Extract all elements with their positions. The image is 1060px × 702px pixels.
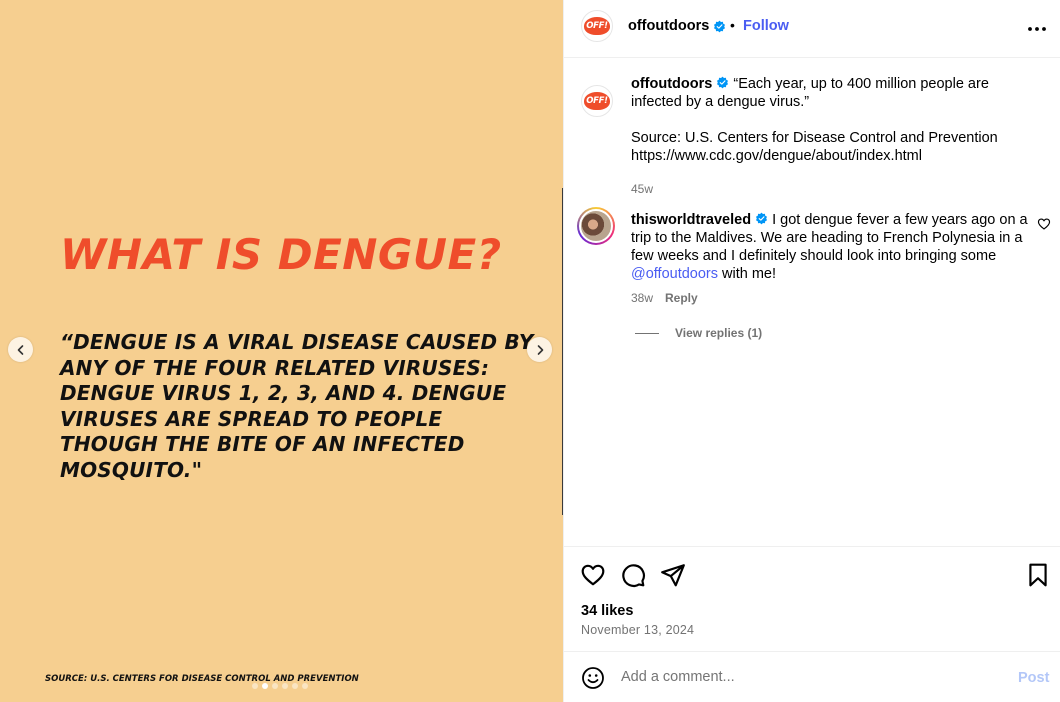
slide-dot-active (262, 683, 268, 689)
post-comment-button[interactable]: Post (1018, 670, 1049, 686)
add-comment-bar: Post (564, 653, 1060, 702)
comment-input[interactable] (621, 669, 981, 685)
header-username[interactable]: offoutdoors (628, 18, 709, 34)
comment-mention-link[interactable]: @offoutdoors (631, 266, 718, 282)
reply-button[interactable]: Reply (665, 291, 698, 305)
verified-badge-icon (756, 212, 768, 225)
slide-source: SOURCE: U.S. CENTERS FOR DISEASE CONTROL… (45, 674, 359, 684)
slide-dot (282, 683, 288, 689)
replies-divider (635, 332, 659, 334)
comment-age[interactable]: 38w (631, 291, 653, 305)
slide-dot (292, 683, 298, 689)
more-horizontal-icon (1028, 27, 1046, 31)
avatar-photo (579, 209, 613, 243)
save-bookmark-icon[interactable] (1025, 562, 1051, 588)
comment-bubble-icon[interactable] (620, 562, 646, 588)
caption-age[interactable]: 45w (631, 182, 653, 196)
header-separator: • (730, 17, 735, 33)
avatar[interactable]: OFF! (581, 85, 613, 117)
caption-url[interactable]: https://www.cdc.gov/dengue/about/index.h… (631, 148, 922, 164)
chevron-right-icon (537, 344, 543, 355)
post-media-slide: WHAT IS DENGUE? “DENGUE IS A VIRAL DISEA… (0, 0, 563, 702)
slide-dot (302, 683, 308, 689)
share-paper-plane-icon[interactable] (660, 562, 686, 588)
comment-text: thisworldtraveled I got dengue fever a f… (631, 211, 1031, 283)
more-options-button[interactable] (1025, 17, 1049, 41)
like-heart-icon[interactable] (580, 562, 606, 588)
slide-quote: “DENGUE IS A VIRAL DISEASE CAUSED BY ANY… (60, 330, 534, 482)
previous-slide-button[interactable] (8, 337, 33, 362)
slide-dot (272, 683, 278, 689)
post-actions: 34 likes November 13, 2024 (564, 548, 1060, 652)
comment-meta: 38w Reply (631, 291, 698, 305)
slide-dot (252, 683, 258, 689)
verified-badge-icon (714, 20, 726, 32)
like-comment-heart-icon[interactable] (1037, 217, 1051, 231)
comments-section[interactable]: OFF! offoutdoors “Each year, up to 400 m… (564, 59, 1060, 547)
emoji-icon[interactable] (581, 666, 605, 690)
header-username-group[interactable]: offoutdoors (628, 18, 726, 34)
comment-body-end: with me! (718, 266, 777, 282)
caption-username[interactable]: offoutdoors (631, 76, 712, 92)
follow-button[interactable]: Follow (743, 18, 789, 34)
chevron-left-icon (17, 344, 23, 355)
off-logo-icon: OFF! (584, 17, 610, 35)
view-replies-button[interactable]: View replies (1) (635, 326, 762, 340)
slide-indicator (252, 683, 308, 689)
verified-badge-icon (717, 76, 729, 89)
caption-source: Source: U.S. Centers for Disease Control… (631, 130, 998, 146)
post-date[interactable]: November 13, 2024 (581, 623, 694, 637)
next-slide-button[interactable] (527, 337, 552, 362)
post-header: OFF! offoutdoors • Follow (564, 0, 1060, 58)
avatar[interactable]: OFF! (581, 10, 613, 42)
caption-text: offoutdoors “Each year, up to 400 millio… (631, 75, 1031, 165)
avatar[interactable] (577, 207, 615, 245)
post-sidebar: OFF! offoutdoors • Follow OFF! offoutdoo… (563, 0, 1060, 702)
comment-username[interactable]: thisworldtraveled (631, 212, 751, 228)
likes-count[interactable]: 34 likes (581, 603, 633, 619)
slide-headline: WHAT IS DENGUE? (60, 230, 502, 279)
off-logo-icon: OFF! (584, 92, 610, 110)
view-replies-label: View replies (1) (675, 326, 763, 340)
